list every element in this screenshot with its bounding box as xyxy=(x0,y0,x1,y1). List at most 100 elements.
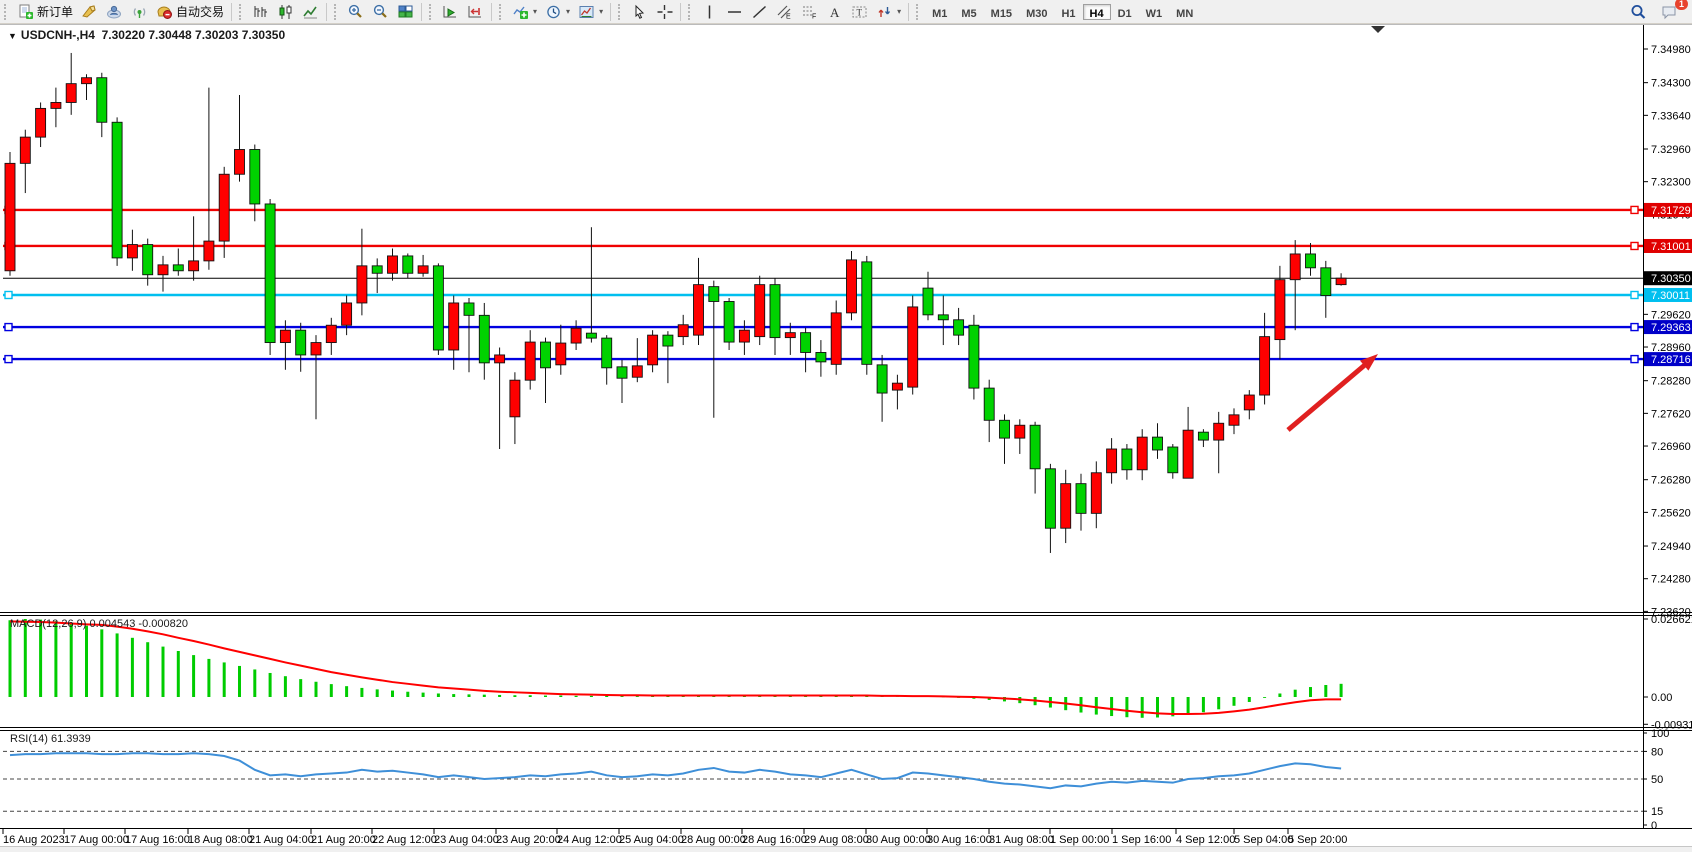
svg-text:16 Aug 2023: 16 Aug 2023 xyxy=(3,834,65,846)
cursor-button[interactable] xyxy=(627,2,652,22)
autotrade-button[interactable]: 自动交易 xyxy=(152,2,228,22)
chevron-down-icon: ▾ xyxy=(897,7,901,16)
toolbar-grip xyxy=(688,4,695,20)
text-button[interactable]: A xyxy=(822,2,847,22)
svg-text:7.26280: 7.26280 xyxy=(1651,475,1691,487)
tile-windows-button[interactable] xyxy=(393,2,418,22)
search-icon xyxy=(1630,4,1647,20)
toolbar-grip xyxy=(499,4,506,20)
candlestick-chart-icon xyxy=(277,4,294,20)
indicators-icon xyxy=(512,4,529,20)
svg-text:15: 15 xyxy=(1651,806,1663,818)
horizontal-line-icon xyxy=(726,4,743,20)
bar-chart-icon xyxy=(252,4,269,20)
toolbar-separator xyxy=(326,3,327,21)
community-button[interactable] xyxy=(102,2,127,22)
svg-text:T: T xyxy=(857,7,863,17)
timeframe-mn-button[interactable]: MN xyxy=(1169,4,1200,20)
svg-text:0: 0 xyxy=(1651,820,1657,832)
toolbar-grip xyxy=(334,4,341,20)
new-order-icon xyxy=(17,4,34,20)
timeframe-w1-button[interactable]: W1 xyxy=(1139,4,1170,20)
svg-text:7.29363: 7.29363 xyxy=(1651,322,1691,334)
chart-collapse-icon[interactable]: ▼ xyxy=(8,31,17,41)
equidistant-channel-icon: E xyxy=(776,4,793,20)
toolbar-separator xyxy=(680,3,681,21)
line-chart-button[interactable] xyxy=(298,2,323,22)
zoom-out-icon xyxy=(372,4,389,20)
chart-symbol-period: USDCNH-,H4 xyxy=(21,28,95,42)
fibonacci-button[interactable]: F xyxy=(797,2,822,22)
text-label-icon: T xyxy=(851,4,868,20)
text-label-button[interactable]: T xyxy=(847,2,872,22)
horizontal-line-button[interactable] xyxy=(722,2,747,22)
auto-scroll-button[interactable] xyxy=(438,2,463,22)
zoom-out-button[interactable] xyxy=(368,2,393,22)
cursor-icon xyxy=(631,4,648,20)
svg-text:7.30011: 7.30011 xyxy=(1651,290,1690,302)
svg-text:21 Aug 20:00: 21 Aug 20:00 xyxy=(311,834,376,846)
metaeditor-button[interactable] xyxy=(77,2,102,22)
bar-chart-button[interactable] xyxy=(248,2,273,22)
svg-text:29 Aug 08:00: 29 Aug 08:00 xyxy=(804,834,869,846)
svg-text:E: E xyxy=(786,13,791,20)
chevron-down-icon: ▾ xyxy=(533,7,537,16)
timeframe-h1-button[interactable]: H1 xyxy=(1054,4,1082,20)
equidistant-channel-button[interactable]: E xyxy=(772,2,797,22)
svg-text:7.31729: 7.31729 xyxy=(1651,205,1691,217)
arrows-button[interactable]: ▾ xyxy=(872,2,905,22)
new-order-button[interactable]: 新订单 xyxy=(13,2,77,22)
svg-text:7.28280: 7.28280 xyxy=(1651,376,1691,388)
svg-text:28 Aug 00:00: 28 Aug 00:00 xyxy=(681,834,746,846)
svg-text:25 Aug 04:00: 25 Aug 04:00 xyxy=(619,834,684,846)
chart-canvas: 7.349807.343007.336407.329607.323007.316… xyxy=(0,24,1692,852)
macd-indicator-label: MACD(12,26,9) 0.004543 -0.000820 xyxy=(10,618,188,630)
indicators-button[interactable]: ▾ xyxy=(508,2,541,22)
svg-text:7.28716: 7.28716 xyxy=(1651,354,1691,366)
trendline-button[interactable] xyxy=(747,2,772,22)
svg-text:7.27620: 7.27620 xyxy=(1651,408,1691,420)
timeframe-d1-button[interactable]: D1 xyxy=(1111,4,1139,20)
signals-button[interactable] xyxy=(127,2,152,22)
notification-badge: 1 xyxy=(1675,0,1688,10)
tile-windows-icon xyxy=(397,4,414,20)
svg-text:80: 80 xyxy=(1651,746,1663,758)
periods-button[interactable]: ▾ xyxy=(541,2,574,22)
chart-shift-icon xyxy=(467,4,484,20)
timeframe-m15-button[interactable]: M15 xyxy=(984,4,1019,20)
chevron-down-icon: ▾ xyxy=(599,7,603,16)
search-button[interactable] xyxy=(1626,2,1651,22)
crosshair-button[interactable] xyxy=(652,2,677,22)
svg-text:5 Sep 20:00: 5 Sep 20:00 xyxy=(1288,834,1347,846)
vertical-line-button[interactable] xyxy=(697,2,722,22)
chat-button[interactable]: 1 xyxy=(1657,2,1682,22)
community-icon xyxy=(106,4,123,20)
timeframe-m1-button[interactable]: M1 xyxy=(925,4,954,20)
svg-text:5 Sep 04:00: 5 Sep 04:00 xyxy=(1234,834,1293,846)
chevron-down-icon: ▾ xyxy=(566,7,570,16)
fibonacci-icon: F xyxy=(801,4,818,20)
chart-shift-button[interactable] xyxy=(463,2,488,22)
toolbar-separator xyxy=(491,3,492,21)
candlestick-chart-button[interactable] xyxy=(273,2,298,22)
svg-text:0.00: 0.00 xyxy=(1651,692,1672,704)
svg-text:100: 100 xyxy=(1651,728,1669,740)
timeframe-m30-button[interactable]: M30 xyxy=(1019,4,1054,20)
svg-text:18 Aug 08:00: 18 Aug 08:00 xyxy=(188,834,253,846)
svg-text:21 Aug 04:00: 21 Aug 04:00 xyxy=(249,834,314,846)
toolbar-grip xyxy=(916,4,923,20)
svg-text:24 Aug 12:00: 24 Aug 12:00 xyxy=(557,834,622,846)
svg-text:7.24280: 7.24280 xyxy=(1651,574,1691,586)
svg-text:0.026621: 0.026621 xyxy=(1651,614,1692,626)
autotrade-icon xyxy=(156,4,173,20)
timeframe-h4-button[interactable]: H4 xyxy=(1083,4,1111,20)
svg-text:7.32960: 7.32960 xyxy=(1651,144,1691,156)
timeframe-m5-button[interactable]: M5 xyxy=(954,4,983,20)
svg-text:7.34300: 7.34300 xyxy=(1651,78,1691,90)
zoom-in-button[interactable] xyxy=(343,2,368,22)
svg-text:7.31001: 7.31001 xyxy=(1651,241,1691,253)
svg-text:4 Sep 12:00: 4 Sep 12:00 xyxy=(1176,834,1235,846)
svg-text:7.29620: 7.29620 xyxy=(1651,309,1691,321)
templates-button[interactable]: ▾ xyxy=(574,2,607,22)
toolbar-separator xyxy=(610,3,611,21)
